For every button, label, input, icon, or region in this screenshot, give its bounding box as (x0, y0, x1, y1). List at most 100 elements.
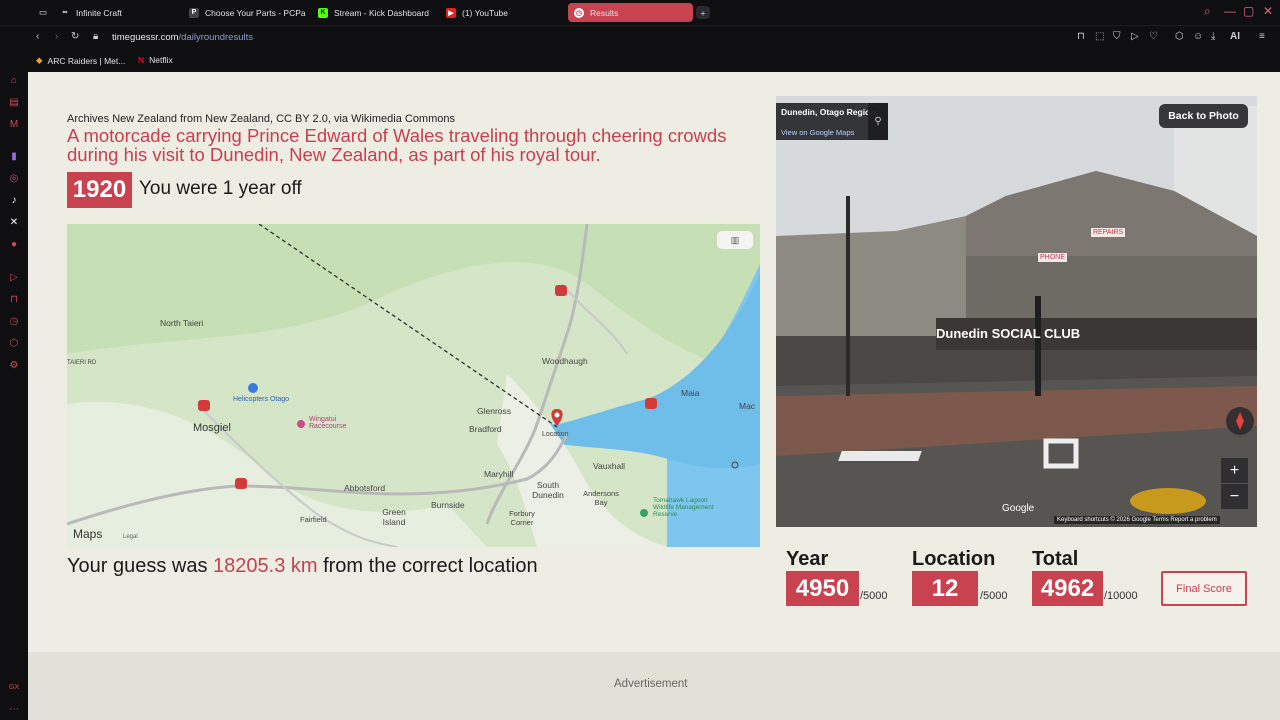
street-view-footer[interactable]: Keyboard shortcuts © 2026 Google Terms R… (1054, 516, 1220, 524)
play-icon[interactable]: ▷ (1131, 31, 1139, 42)
bookmarks-bar: ◆ ARC Raiders | Met... N Netflix (0, 50, 1280, 72)
map-icon: ▥ (730, 234, 740, 245)
bookmark-label: Netflix (149, 55, 173, 65)
advertisement-bar: Advertisement (28, 652, 1280, 720)
map-label-forbury: Forbury Corner (509, 509, 535, 527)
map-legal-link[interactable]: Legal (123, 534, 138, 540)
total-score-label: Total (1032, 548, 1079, 570)
reload-icon[interactable]: ↻ (71, 31, 79, 42)
map-label-glenross: Glenross (477, 406, 512, 416)
tab-label: (1) YouTube (462, 7, 508, 18)
location-score-max: /5000 (980, 590, 1008, 602)
x-icon[interactable]: ✕ (7, 215, 21, 229)
heart-icon[interactable]: ♡ (1149, 31, 1158, 42)
map-label-woodhaugh: Woodhaugh (542, 356, 588, 366)
back-icon[interactable]: ‹ (36, 31, 39, 42)
tab-youtube[interactable]: ▶ (1) YouTube (440, 3, 565, 22)
map-label-mac: Mac (739, 401, 756, 411)
location-score-value: 12 (912, 571, 978, 606)
settings-icon[interactable]: ⚙ (7, 358, 21, 372)
arc-raiders-icon: ◆ (36, 55, 43, 65)
profile-icon[interactable]: ☺ (1193, 31, 1203, 42)
guess-prefix: Your guess was (67, 555, 214, 577)
search-icon[interactable]: ⌕ (1204, 4, 1211, 19)
street-view-panel[interactable]: Dunedin SOCIAL CLUB REPAIRS PHONE Dunedi… (776, 96, 1257, 527)
view-on-google-maps-link[interactable]: View on Google Maps (781, 128, 854, 137)
tab-label: Stream - Kick Dashboard (334, 7, 429, 18)
history-icon[interactable]: ◷ (7, 314, 21, 328)
bookmark-arc-raiders[interactable]: ◆ ARC Raiders | Met... (36, 55, 125, 66)
tab-infinite-craft[interactable]: ∞ Infinite Craft (54, 3, 179, 22)
menu-icon[interactable]: ≡ (1259, 31, 1265, 42)
sign-repairs: REPAIRS (1091, 228, 1126, 237)
forward-icon[interactable]: › (55, 31, 58, 42)
shield-icon[interactable]: ⛉ (1113, 31, 1121, 42)
map-label-location: Location (542, 431, 569, 438)
final-score-button[interactable]: Final Score (1161, 571, 1247, 606)
bookmark-netflix[interactable]: N Netflix (138, 55, 173, 65)
google-logo: Google (1002, 503, 1035, 514)
location-pin-icon[interactable]: ⚲ (868, 103, 888, 140)
zoom-out-button[interactable]: − (1221, 484, 1248, 509)
address-bar[interactable]: timeguessr.com/dailyroundresults (112, 32, 253, 43)
instagram-icon[interactable]: ◎ (7, 171, 21, 185)
map-label-vauxhall: Vauxhall (593, 461, 625, 471)
sign-phone: PHONE (1038, 253, 1067, 262)
youtube-sidebar-icon[interactable]: ● (7, 237, 21, 251)
tiktok-icon[interactable]: ♪ (7, 193, 21, 207)
maximize-icon[interactable]: ▢ (1243, 4, 1254, 18)
infinity-icon: ∞ (62, 9, 68, 16)
bookmark-icon[interactable]: ⊓ (1077, 31, 1085, 42)
back-to-photo-button[interactable]: Back to Photo (1159, 104, 1248, 128)
minimize-icon[interactable]: — (1224, 4, 1236, 18)
player-icon[interactable]: ▷ (7, 270, 21, 284)
tab-label: Infinite Craft (76, 7, 122, 18)
tab-kick[interactable]: K Stream - Kick Dashboard (312, 3, 437, 22)
ai-button[interactable]: AI (1230, 31, 1240, 42)
map-label-south-dunedin: South Dunedin (532, 480, 564, 500)
snapshot-icon[interactable]: ⬚ (1095, 31, 1104, 42)
photo-credit: Archives New Zealand from New Zealand, C… (67, 113, 455, 125)
close-icon[interactable]: ✕ (1263, 4, 1273, 18)
new-tab-button[interactable]: + (696, 6, 710, 19)
browser-sidebar: ◯ ⟳ ⌂ ▤ M ▮ ◎ ♪ ✕ ● ▷ ⊓ ◷ ⬡ ⚙ GX ⋯ (0, 0, 28, 720)
twitch-icon[interactable]: ▮ (7, 149, 21, 163)
bookmark-label: ARC Raiders | Met... (47, 55, 126, 66)
lock-icon: 🔒︎ (93, 31, 99, 42)
results-page: Archives New Zealand from New Zealand, C… (28, 72, 1280, 720)
tab-pcpartpicker[interactable]: P Choose Your Parts - PCPa (183, 3, 308, 22)
music-icon[interactable]: ▤ (7, 95, 21, 109)
guess-distance-text: Your guess was 18205.3 km from the corre… (67, 555, 538, 578)
url-path: /dailyroundresults (178, 32, 253, 43)
extensions-icon[interactable]: ⬡ (7, 336, 21, 350)
apple-maps-logo: Maps (73, 527, 103, 541)
year-score-label: Year (786, 548, 829, 570)
tab-menu-icon[interactable]: ▭ (33, 3, 53, 22)
zoom-in-button[interactable]: + (1221, 458, 1248, 483)
url-domain: timeguessr.com (112, 32, 179, 43)
gx-label[interactable]: GX (7, 680, 21, 694)
map-label-maryhill: Maryhill (484, 469, 514, 479)
sign-social-club: Dunedin SOCIAL CLUB (936, 326, 1081, 341)
result-map[interactable]: North Taieri TAIERI RD Woodhaugh Helicop… (67, 224, 760, 547)
timeguessr-icon: ◷ (574, 7, 584, 18)
map-label-north-taieri: North Taieri (160, 318, 204, 328)
map-type-button[interactable]: ▥ (717, 231, 753, 249)
extensions-toolbar-icon[interactable]: ⬡ (1175, 31, 1184, 42)
location-name: Dunedin, Otago Region (781, 107, 876, 117)
guess-suffix: from the correct location (317, 555, 538, 577)
tab-results[interactable]: ◷ Results (568, 3, 693, 22)
location-score-label: Location (912, 548, 996, 570)
download-icon[interactable]: ⤓ (1211, 31, 1215, 42)
map-label-maia: Maia (681, 388, 700, 398)
mail-icon[interactable]: M (7, 117, 21, 131)
pcpartpicker-icon: P (189, 7, 199, 18)
map-label-bradford: Bradford (469, 424, 502, 434)
map-label-burnside: Burnside (431, 500, 465, 510)
bag-icon[interactable]: ⌂ (7, 73, 21, 87)
tab-label: Choose Your Parts - PCPa (205, 7, 306, 18)
youtube-icon: ▶ (446, 7, 456, 18)
tab-label: Results (590, 7, 619, 18)
more-icon[interactable]: ⋯ (7, 702, 21, 716)
pin-icon[interactable]: ⊓ (7, 292, 21, 306)
